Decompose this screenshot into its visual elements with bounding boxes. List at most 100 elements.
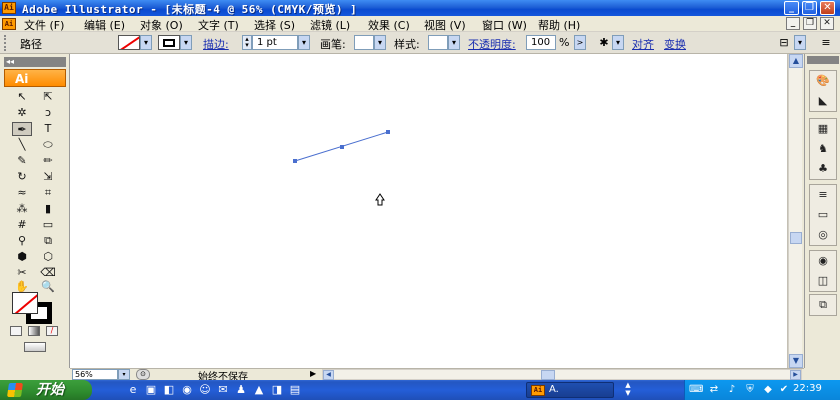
anchor-point-start[interactable]: [293, 159, 297, 163]
menu-view[interactable]: 视图 (V): [424, 17, 466, 33]
volume-icon[interactable]: ♪: [725, 383, 739, 397]
document-close-button[interactable]: ✕: [820, 17, 834, 30]
menu-effect[interactable]: 效果 (C): [368, 17, 410, 33]
flash-icon[interactable]: ▲: [252, 383, 266, 397]
menu-filter[interactable]: 滤镜 (L): [310, 17, 350, 33]
gradient-mode-icon[interactable]: [28, 326, 40, 336]
isolate-group-icon[interactable]: ✱: [596, 35, 612, 50]
pen-tool-icon[interactable]: ✒: [12, 122, 32, 136]
magic-wand-tool-icon[interactable]: ✲: [12, 106, 32, 120]
shield-icon[interactable]: ✔: [777, 383, 791, 397]
menu-help[interactable]: 帮助 (H): [538, 17, 580, 33]
brushes-icon[interactable]: ♞: [810, 139, 836, 159]
media-player-icon[interactable]: ◉: [180, 383, 194, 397]
symbol-sprayer-tool-icon[interactable]: ⁂: [12, 202, 32, 216]
document-icon[interactable]: Ai: [2, 18, 16, 30]
live-paint-selection-tool-icon[interactable]: ⬡: [38, 250, 58, 264]
layers-icon[interactable]: ⧉: [810, 295, 836, 315]
menu-window[interactable]: 窗口 (W): [482, 17, 527, 33]
control-bar-grip[interactable]: [4, 35, 10, 51]
illustrator-app-icon[interactable]: Ai: [2, 2, 16, 14]
taskbar-item-illustrator[interactable]: Ai A.: [526, 382, 614, 398]
graphic-styles-icon[interactable]: ◫: [810, 271, 836, 291]
close-button[interactable]: ✕: [820, 1, 835, 15]
anchor-point-end[interactable]: [386, 130, 390, 134]
network-icon[interactable]: ⇄: [707, 383, 721, 397]
paintbrush-tool-icon[interactable]: ✎: [12, 154, 32, 168]
menu-type[interactable]: 文字 (T): [198, 17, 239, 33]
blend-tool-icon[interactable]: ⧉: [38, 234, 58, 248]
ie-icon[interactable]: e: [126, 383, 140, 397]
selection-tool-icon[interactable]: ↖: [12, 90, 32, 104]
chat-icon[interactable]: ✉: [216, 383, 230, 397]
pencil-tool-icon[interactable]: ✏: [38, 154, 58, 168]
align-link[interactable]: 对齐: [632, 36, 654, 52]
opacity-field[interactable]: 100: [526, 35, 556, 50]
qq-icon[interactable]: ♟: [234, 383, 248, 397]
windows-icon[interactable]: ▤: [288, 383, 302, 397]
messenger-icon[interactable]: ☺: [198, 383, 212, 397]
minimize-button[interactable]: _: [784, 1, 799, 15]
antivirus-icon[interactable]: ◆: [761, 383, 775, 397]
style-dropdown[interactable]: ▾: [448, 35, 460, 50]
gradient-panel-icon[interactable]: ▭: [810, 205, 836, 225]
none-mode-icon[interactable]: /: [46, 326, 58, 336]
mesh-tool-icon[interactable]: #: [12, 218, 32, 232]
type-tool-icon[interactable]: T: [38, 122, 58, 136]
menu-file[interactable]: 文件 (F): [24, 17, 64, 33]
transform-link[interactable]: 变换: [664, 36, 686, 52]
color-panel-icon[interactable]: 🎨: [810, 71, 836, 91]
fill-stroke-control[interactable]: [12, 292, 58, 326]
vertical-scroll-thumb[interactable]: [790, 232, 802, 244]
zoom-level-field[interactable]: 56%: [72, 369, 118, 380]
security-icon[interactable]: ⛨: [743, 383, 757, 397]
isolate-dropdown[interactable]: ▾: [612, 35, 624, 50]
scroll-up-button[interactable]: ▲: [789, 54, 803, 68]
explorer-icon[interactable]: ◧: [162, 383, 176, 397]
transparency-panel-icon[interactable]: ◎: [810, 225, 836, 245]
start-button[interactable]: 开始: [0, 380, 92, 400]
status-info-icon[interactable]: ⊙: [136, 369, 150, 380]
symbols-icon[interactable]: ♣: [810, 159, 836, 179]
fill-swatch[interactable]: [118, 35, 140, 50]
color-guide-icon[interactable]: ◣: [810, 91, 836, 111]
brush-dropdown[interactable]: ▾: [374, 35, 386, 50]
style-field[interactable]: [428, 35, 448, 50]
eraser-tool-icon[interactable]: ⌫: [38, 266, 58, 280]
document-minimize-button[interactable]: _: [786, 17, 800, 30]
stroke-panel-icon[interactable]: ≡: [810, 185, 836, 205]
control-bar-options-icon[interactable]: ≡: [818, 35, 834, 50]
scroll-left-button[interactable]: ◀: [323, 370, 334, 380]
menu-edit[interactable]: 编辑 (E): [84, 17, 125, 33]
screen-mode-button[interactable]: [24, 342, 46, 352]
ellipse-tool-icon[interactable]: ⬭: [38, 138, 58, 152]
menu-object[interactable]: 对象 (O): [140, 17, 183, 33]
stroke-weight-label[interactable]: 描边:: [203, 36, 229, 52]
artboard-canvas[interactable]: [70, 54, 788, 368]
horizontal-scroll-thumb[interactable]: [541, 370, 555, 380]
rotate-tool-icon[interactable]: ↻: [12, 170, 32, 184]
opacity-label[interactable]: 不透明度:: [468, 36, 516, 52]
warp-tool-icon[interactable]: ≈: [12, 186, 32, 200]
zoom-dropdown[interactable]: ▾: [118, 369, 130, 380]
horizontal-scrollbar[interactable]: ◀ ▶: [322, 369, 802, 380]
fill-dropdown[interactable]: ▾: [140, 35, 152, 50]
column-graph-tool-icon[interactable]: ▮: [38, 202, 58, 216]
taskbar-scroll-arrows[interactable]: ▲ ▼: [622, 381, 634, 399]
free-transform-tool-icon[interactable]: ⌗: [38, 186, 58, 200]
stroke-swatch[interactable]: [158, 35, 180, 50]
color-mode-icon[interactable]: [10, 326, 22, 336]
scale-tool-icon[interactable]: ⇲: [38, 170, 58, 184]
scroll-right-button[interactable]: ▶: [790, 370, 801, 380]
clock[interactable]: 22:39: [793, 383, 822, 394]
stroke-weight-stepper[interactable]: ▴ ▾: [242, 35, 252, 50]
line-segment-tool-icon[interactable]: ╲: [12, 138, 32, 152]
live-paint-bucket-tool-icon[interactable]: ⬢: [12, 250, 32, 264]
panel-dock-header[interactable]: [807, 56, 839, 64]
photoshop-icon[interactable]: ◨: [270, 383, 284, 397]
stroke-weight-field[interactable]: 1 pt: [252, 35, 298, 50]
maximize-button[interactable]: ❐: [802, 1, 817, 15]
fill-color-box[interactable]: [12, 292, 38, 314]
eyedropper-tool-icon[interactable]: ⚲: [12, 234, 32, 248]
slice-tool-icon[interactable]: ✂: [12, 266, 32, 280]
